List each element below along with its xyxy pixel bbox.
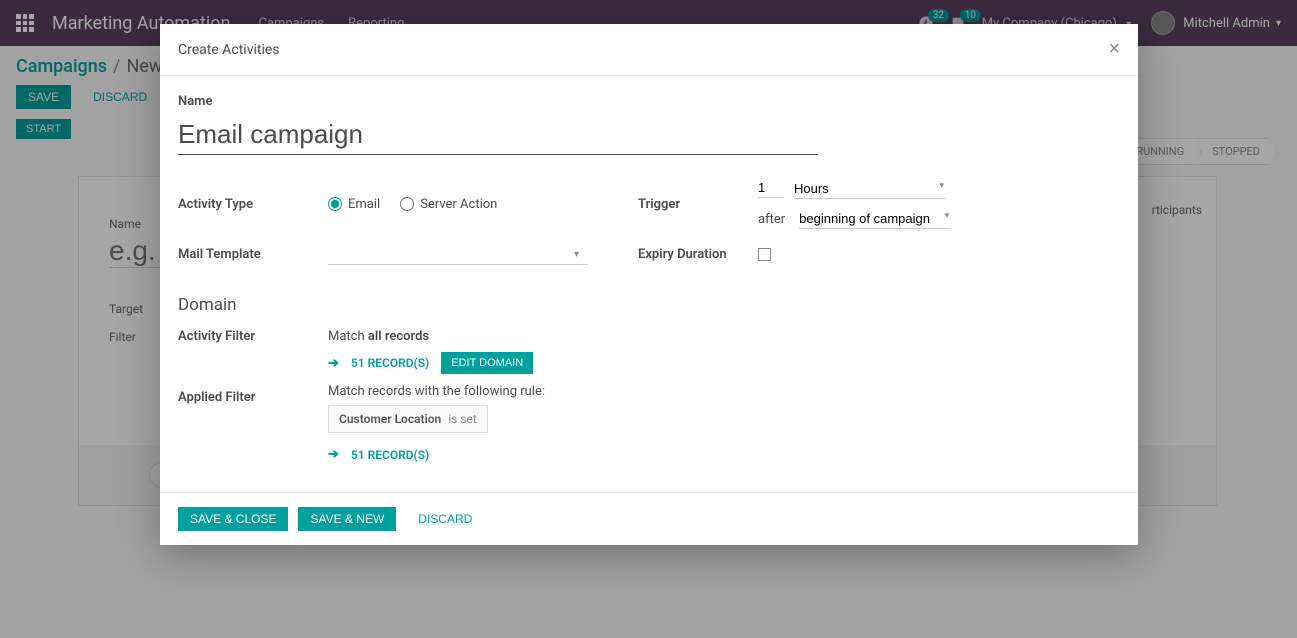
radio-server-action[interactable]: Server Action xyxy=(400,197,497,212)
applied-filter-label: Applied Filter xyxy=(178,384,328,405)
mail-template-select[interactable] xyxy=(328,243,588,265)
trigger-label: Trigger xyxy=(638,197,758,212)
name-label: Name xyxy=(178,94,1120,109)
edit-domain-button[interactable]: EDIT DOMAIN xyxy=(441,352,533,374)
modal-title: Create Activities xyxy=(178,42,280,58)
activity-filter-label: Activity Filter xyxy=(178,329,328,344)
records-link-2[interactable]: 51 RECORD(S) xyxy=(351,448,429,462)
radio-email-input[interactable] xyxy=(328,197,342,211)
arrow-right-icon: ➔ xyxy=(328,447,339,462)
arrow-right-icon: ➔ xyxy=(328,356,339,371)
records-link[interactable]: 51 RECORD(S) xyxy=(351,356,429,370)
activity-type-label: Activity Type xyxy=(178,197,328,212)
trigger-number-input[interactable] xyxy=(758,180,784,198)
radio-email[interactable]: Email xyxy=(328,197,380,212)
activity-name-input[interactable] xyxy=(178,115,818,155)
radio-server-action-label: Server Action xyxy=(420,197,497,212)
chip-field: Customer Location xyxy=(339,412,441,426)
match-bold: all records xyxy=(368,329,429,344)
applied-filter-text: Match records with the following rule: xyxy=(328,384,1120,399)
trigger-unit-select[interactable] xyxy=(794,179,946,199)
filter-chip: Customer Location is set xyxy=(328,405,488,433)
save-new-button[interactable]: SAVE & NEW xyxy=(298,507,396,531)
caret-down-icon: ▾ xyxy=(574,249,579,260)
create-activities-modal: Create Activities × Name Activity Type E… xyxy=(160,24,1138,545)
modal-header: Create Activities × xyxy=(160,24,1138,76)
modal-footer: SAVE & CLOSE SAVE & NEW DISCARD xyxy=(160,492,1138,545)
mail-template-label: Mail Template xyxy=(178,247,328,262)
trigger-after-label: after xyxy=(758,212,785,227)
domain-title: Domain xyxy=(178,295,1120,315)
trigger-relative-select[interactable] xyxy=(799,209,951,229)
radio-server-action-input[interactable] xyxy=(400,197,414,211)
close-icon[interactable]: × xyxy=(1108,38,1120,61)
match-text: Match all records xyxy=(328,329,429,344)
match-prefix: Match xyxy=(328,329,368,344)
save-close-button[interactable]: SAVE & CLOSE xyxy=(178,507,288,531)
radio-email-label: Email xyxy=(348,197,380,212)
activity-type-group: Email Server Action xyxy=(328,197,638,212)
chip-operator: is set xyxy=(448,412,477,426)
expiry-label: Expiry Duration xyxy=(638,243,758,262)
expiry-checkbox[interactable] xyxy=(758,248,771,261)
modal-discard-button[interactable]: DISCARD xyxy=(406,507,484,531)
